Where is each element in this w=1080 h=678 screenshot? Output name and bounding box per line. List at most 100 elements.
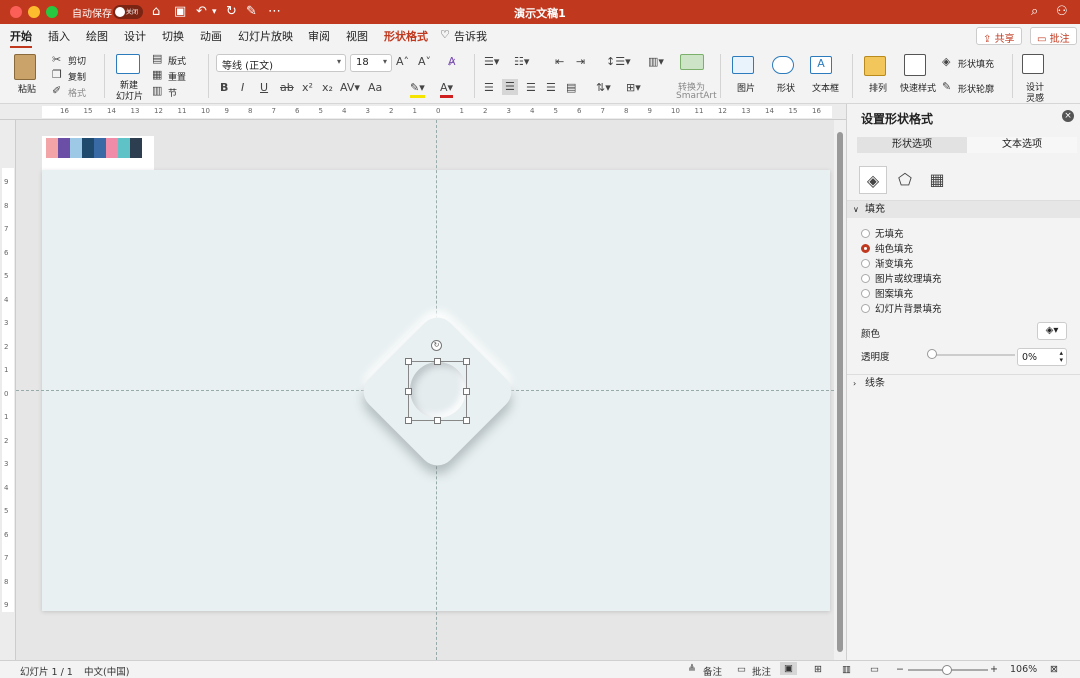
change-case-button[interactable]: Aa <box>368 81 382 95</box>
fill-section-header[interactable]: ∨ 填充 <box>847 200 1080 218</box>
smartart-icon[interactable] <box>680 54 704 70</box>
tell-me[interactable]: 告诉我 <box>454 28 487 44</box>
radio-button[interactable] <box>861 304 870 313</box>
color-swatch[interactable] <box>46 138 58 158</box>
color-swatch[interactable] <box>70 138 82 158</box>
transparency-slider-thumb[interactable] <box>927 349 937 359</box>
zoom-out-icon[interactable]: − <box>896 664 904 675</box>
bullets-icon[interactable]: ☰▾ <box>484 55 499 69</box>
font-color-icon[interactable]: A▾ <box>440 81 454 98</box>
zoom-level[interactable]: 106% <box>1010 664 1037 675</box>
picture-label[interactable]: 图片 <box>737 81 755 94</box>
layout-label[interactable]: 版式 <box>168 54 186 67</box>
fill-option[interactable]: 纯色填充 <box>861 241 913 255</box>
tab-home[interactable]: 开始 <box>10 28 32 48</box>
new-slide-label-2[interactable]: 幻灯片 <box>116 89 143 102</box>
increase-font-icon[interactable]: A˄ <box>396 55 409 69</box>
rotate-handle-icon[interactable]: ↻ <box>431 340 442 351</box>
radio-button[interactable] <box>861 229 870 238</box>
align-center-icon[interactable]: ☰ <box>502 79 518 95</box>
resize-handle[interactable] <box>405 417 412 424</box>
tab-slideshow[interactable]: 幻灯片放映 <box>238 28 293 44</box>
radio-button[interactable] <box>861 289 870 298</box>
fill-option[interactable]: 图片或纹理填充 <box>861 271 942 285</box>
language-status[interactable]: 中文(中国) <box>84 664 129 678</box>
tab-shape-options[interactable]: 形状选项 <box>857 137 967 153</box>
copy-icon[interactable]: ❐ <box>52 68 62 82</box>
clear-format-icon[interactable]: A̷ <box>448 55 456 69</box>
radio-button[interactable] <box>861 244 870 253</box>
strikethrough-button[interactable]: ab <box>280 81 294 95</box>
notes-icon[interactable]: ≜ <box>688 664 696 675</box>
reading-view-icon[interactable]: ▥ <box>842 664 851 675</box>
fill-option[interactable]: 图案填充 <box>861 286 913 300</box>
search-icon[interactable]: ⌕ <box>1031 3 1038 21</box>
superscript-button[interactable]: x² <box>302 81 313 95</box>
color-swatch[interactable] <box>58 138 70 158</box>
fill-option[interactable]: 渐变填充 <box>861 256 913 270</box>
size-properties-icon[interactable]: ▦ <box>923 166 951 194</box>
slideshow-icon[interactable]: ▭ <box>870 664 879 675</box>
new-slide-icon[interactable] <box>116 54 140 74</box>
selection-box[interactable] <box>405 358 470 424</box>
cut-label[interactable]: 剪切 <box>68 54 86 67</box>
quick-styles-label[interactable]: 快速样式 <box>900 81 936 94</box>
designer-icon[interactable] <box>1022 54 1044 74</box>
numbering-icon[interactable]: ☷▾ <box>514 55 529 69</box>
shapes-icon[interactable] <box>772 56 794 74</box>
notes-button[interactable]: 备注 <box>703 664 722 678</box>
zoom-slider-thumb[interactable] <box>942 665 952 675</box>
format-painter-icon[interactable]: ✐ <box>52 84 61 98</box>
transparency-input[interactable]: 0% ▴ ▾ <box>1017 348 1067 366</box>
color-swatch[interactable] <box>130 138 142 158</box>
increase-indent-icon[interactable]: ⇥ <box>576 55 585 69</box>
reset-label[interactable]: 重置 <box>168 70 186 83</box>
stepper-icon[interactable]: ▴ ▾ <box>1059 350 1063 364</box>
align-text-icon[interactable]: ⊞▾ <box>626 81 641 95</box>
reset-icon[interactable]: ▦ <box>152 68 162 82</box>
resize-handle[interactable] <box>405 388 412 395</box>
tab-design[interactable]: 设计 <box>124 28 146 44</box>
tab-shape-format[interactable]: 形状格式 <box>384 28 428 44</box>
designer-label-2[interactable]: 灵感 <box>1026 91 1044 104</box>
copy-label[interactable]: 复制 <box>68 70 86 83</box>
color-swatch[interactable] <box>94 138 106 158</box>
section-label[interactable]: 节 <box>168 86 177 99</box>
effects-icon[interactable]: ⬠ <box>891 166 919 194</box>
decrease-font-icon[interactable]: A˅ <box>418 55 431 69</box>
close-icon[interactable]: × <box>1062 110 1074 122</box>
fill-line-icon[interactable]: ◈ <box>859 166 887 194</box>
fit-slide-icon[interactable]: ⊠ <box>1050 664 1058 675</box>
paste-icon[interactable] <box>14 54 36 80</box>
arrange-label[interactable]: 排列 <box>869 81 887 94</box>
slide-sorter-icon[interactable]: ⊞ <box>814 664 822 675</box>
tab-review[interactable]: 审阅 <box>308 28 330 44</box>
fill-option[interactable]: 幻灯片背景填充 <box>861 301 942 315</box>
share-button[interactable]: ⇪ 共享 <box>976 27 1022 45</box>
zoom-in-icon[interactable]: + <box>990 664 998 675</box>
tab-text-options[interactable]: 文本选项 <box>967 137 1077 153</box>
tab-draw[interactable]: 绘图 <box>86 28 108 44</box>
color-palette-swatch[interactable] <box>42 136 154 170</box>
comments-button[interactable]: ▭ 批注 <box>1030 27 1077 45</box>
vertical-scrollbar[interactable] <box>834 120 846 660</box>
textbox-icon[interactable]: A <box>810 56 832 74</box>
tab-transitions[interactable]: 切换 <box>162 28 184 44</box>
layout-icon[interactable]: ▤ <box>152 52 162 66</box>
normal-view-icon[interactable]: ▣ <box>780 662 797 675</box>
tab-animations[interactable]: 动画 <box>200 28 222 44</box>
italic-button[interactable]: I <box>241 81 244 95</box>
format-painter-label[interactable]: 格式 <box>68 86 86 99</box>
shape-outline-label[interactable]: 形状轮廓 <box>958 82 994 95</box>
shape-label[interactable]: 形状 <box>777 81 795 94</box>
color-swatch[interactable] <box>106 138 118 158</box>
transparency-slider-track[interactable] <box>931 354 1015 356</box>
shape-fill-icon[interactable]: ◈ <box>942 55 950 69</box>
color-swatch[interactable] <box>82 138 94 158</box>
shape-outline-icon[interactable]: ✎ <box>942 80 951 94</box>
tab-view[interactable]: 视图 <box>346 28 368 44</box>
justify-icon[interactable]: ☰ <box>546 81 556 95</box>
quick-styles-icon[interactable] <box>904 54 926 76</box>
resize-handle[interactable] <box>434 358 441 365</box>
shape-fill-label[interactable]: 形状填充 <box>958 57 994 70</box>
